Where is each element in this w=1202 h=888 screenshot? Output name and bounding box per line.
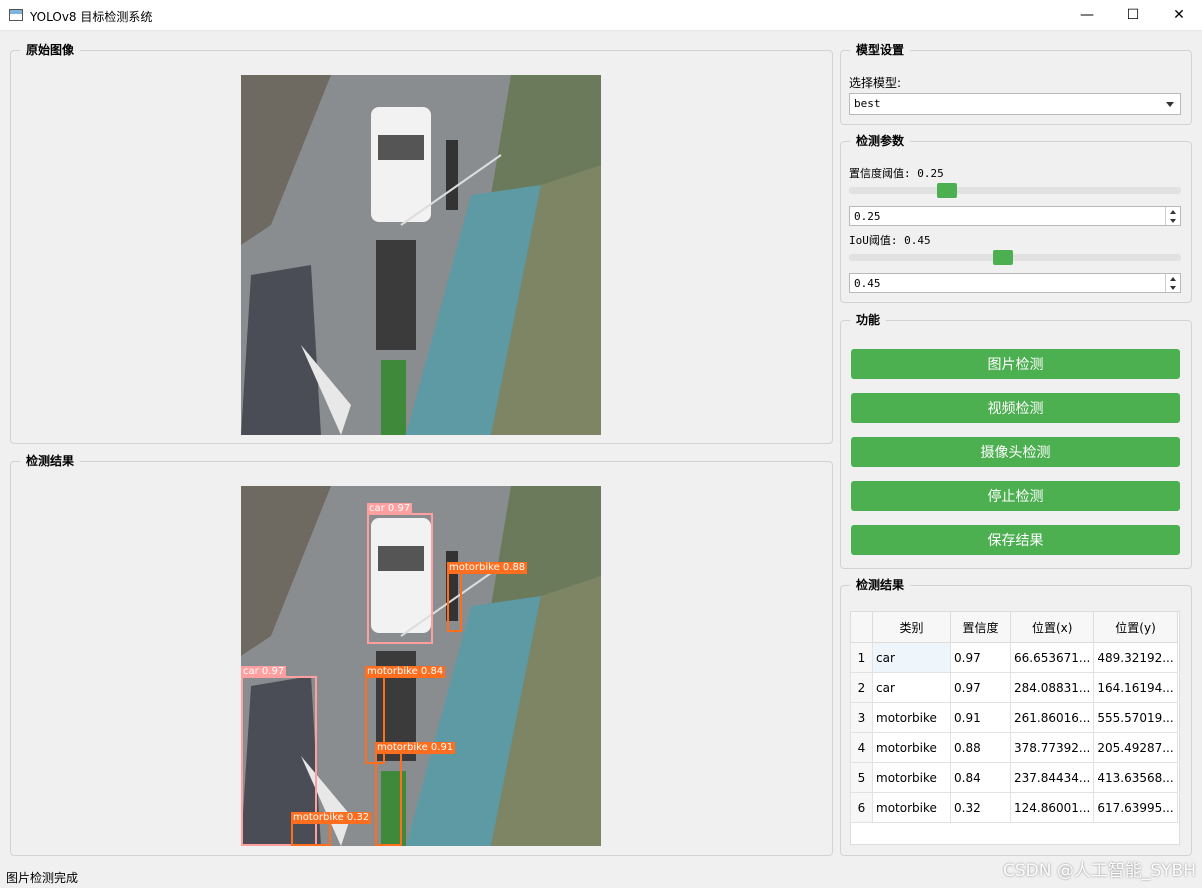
close-button[interactable]: ✕ <box>1156 0 1202 30</box>
iou-label: IoU阈值: 0.45 <box>849 234 931 247</box>
model-settings-title: 模型设置 <box>850 42 911 58</box>
detection-box-car: car 0.97 <box>367 503 433 644</box>
row-number: 3 <box>850 702 873 733</box>
spin-down-icon[interactable] <box>1165 216 1180 225</box>
results-table-title: 检测结果 <box>850 577 911 593</box>
maximize-button[interactable]: ☐ <box>1110 0 1156 30</box>
class-cell[interactable]: car <box>872 672 951 703</box>
save-result-button[interactable]: 保存结果 <box>851 525 1180 555</box>
y-cell[interactable]: 555.57019... <box>1093 702 1178 733</box>
minimize-button[interactable]: — <box>1064 0 1110 30</box>
confidence-cell[interactable]: 0.88 <box>950 732 1011 763</box>
y-cell[interactable]: 205.49287... <box>1093 732 1178 763</box>
iou-slider-handle[interactable] <box>993 250 1014 265</box>
confidence-cell[interactable]: 0.84 <box>950 762 1011 793</box>
iou-spinbox-value: 0.45 <box>854 277 881 290</box>
x-cell[interactable]: 378.77392... <box>1009 732 1095 763</box>
corner-header[interactable] <box>850 611 873 643</box>
confidence-cell[interactable]: 0.97 <box>950 642 1011 673</box>
result-image: car 0.97 motorbike 0.88 car 0.97 motorbi… <box>241 486 601 846</box>
result-image-title: 检测结果 <box>20 453 81 469</box>
camera-detect-button[interactable]: 摄像头检测 <box>851 437 1180 467</box>
class-cell[interactable]: motorbike <box>872 732 951 763</box>
class-cell[interactable]: motorbike <box>872 702 951 733</box>
table-row[interactable]: 3 motorbike 0.91 261.86016... 555.57019.… <box>850 702 1178 733</box>
model-select-value: best <box>854 97 881 110</box>
class-cell[interactable]: car <box>872 642 951 673</box>
table-row[interactable]: 5 motorbike 0.84 237.84434... 413.63568.… <box>850 762 1178 793</box>
x-cell[interactable]: 284.08831... <box>1009 672 1095 703</box>
detection-box-motorbike: motorbike 0.32 <box>291 812 372 846</box>
confidence-cell[interactable]: 0.91 <box>950 702 1011 733</box>
confidence-spinbox[interactable]: 0.25 <box>849 206 1181 226</box>
detection-label: motorbike 0.32 <box>291 812 372 824</box>
row-number: 6 <box>850 792 873 823</box>
original-image-title: 原始图像 <box>20 42 81 58</box>
column-header[interactable]: 置信度 <box>950 611 1011 643</box>
image-detect-button[interactable]: 图片检测 <box>851 349 1180 379</box>
class-cell[interactable]: motorbike <box>872 792 951 823</box>
stop-detect-button[interactable]: 停止检测 <box>851 481 1180 511</box>
street-scene-image <box>241 75 601 435</box>
watermark: CSDN @人工智能_SYBH <box>1003 861 1196 881</box>
column-header[interactable]: 类别 <box>872 611 951 643</box>
confidence-slider-handle[interactable] <box>937 183 957 198</box>
row-number: 1 <box>850 642 873 673</box>
results-table: 类别 置信度 位置(x) 位置(y) 1 car 0.97 66.653671.… <box>850 611 1178 823</box>
table-row[interactable]: 6 motorbike 0.32 124.86001... 617.63995.… <box>850 792 1178 823</box>
model-select-label: 选择模型: <box>849 76 902 90</box>
x-cell[interactable]: 66.653671... <box>1009 642 1095 673</box>
chevron-down-icon <box>1166 102 1174 107</box>
row-number: 4 <box>850 732 873 763</box>
app-icon <box>9 9 23 21</box>
confidence-cell[interactable]: 0.97 <box>950 672 1011 703</box>
x-cell[interactable]: 237.84434... <box>1009 762 1095 793</box>
detection-params-title: 检测参数 <box>850 133 911 149</box>
model-select[interactable]: best <box>849 93 1181 115</box>
detection-label: car 0.97 <box>367 503 413 515</box>
spin-down-icon[interactable] <box>1165 283 1180 292</box>
x-cell[interactable]: 261.86016... <box>1009 702 1095 733</box>
x-cell[interactable]: 124.86001... <box>1009 792 1095 823</box>
row-number: 2 <box>850 672 873 703</box>
confidence-cell[interactable]: 0.32 <box>950 792 1011 823</box>
table-row[interactable]: 2 car 0.97 284.08831... 164.16194... <box>850 672 1178 703</box>
detection-label: car 0.97 <box>241 666 287 678</box>
spin-up-icon[interactable] <box>1165 274 1180 283</box>
video-detect-button[interactable]: 视频检测 <box>851 393 1180 423</box>
detection-label: motorbike 0.88 <box>447 562 528 574</box>
window-title: YOLOv8 目标检测系统 <box>30 10 153 24</box>
detection-box-motorbike: motorbike 0.88 <box>447 562 528 632</box>
table-row[interactable]: 1 car 0.97 66.653671... 489.32192... <box>850 642 1178 673</box>
detection-label: motorbike 0.84 <box>365 666 446 678</box>
confidence-label: 置信度阈值: 0.25 <box>849 167 944 180</box>
confidence-spinbox-value: 0.25 <box>854 210 881 223</box>
y-cell[interactable]: 413.63568... <box>1093 762 1178 793</box>
original-image <box>241 75 601 435</box>
class-cell[interactable]: motorbike <box>872 762 951 793</box>
detection-label: motorbike 0.91 <box>375 742 456 754</box>
y-cell[interactable]: 489.32192... <box>1093 642 1178 673</box>
spin-up-icon[interactable] <box>1165 207 1180 216</box>
y-cell[interactable]: 164.16194... <box>1093 672 1178 703</box>
title-bar: YOLOv8 目标检测系统 — ☐ ✕ <box>0 0 1202 31</box>
status-bar: 图片检测完成 <box>6 871 79 885</box>
functions-title: 功能 <box>850 312 887 328</box>
row-number: 5 <box>850 762 873 793</box>
iou-spinbox[interactable]: 0.45 <box>849 273 1181 293</box>
confidence-slider[interactable] <box>849 183 1181 198</box>
column-header[interactable]: 位置(y) <box>1093 611 1178 643</box>
iou-slider[interactable] <box>849 250 1181 265</box>
detection-box-motorbike: motorbike 0.91 <box>375 742 456 846</box>
column-header[interactable]: 位置(x) <box>1009 611 1095 643</box>
y-cell[interactable]: 617.63995... <box>1093 792 1178 823</box>
table-row[interactable]: 4 motorbike 0.88 378.77392... 205.49287.… <box>850 732 1178 763</box>
